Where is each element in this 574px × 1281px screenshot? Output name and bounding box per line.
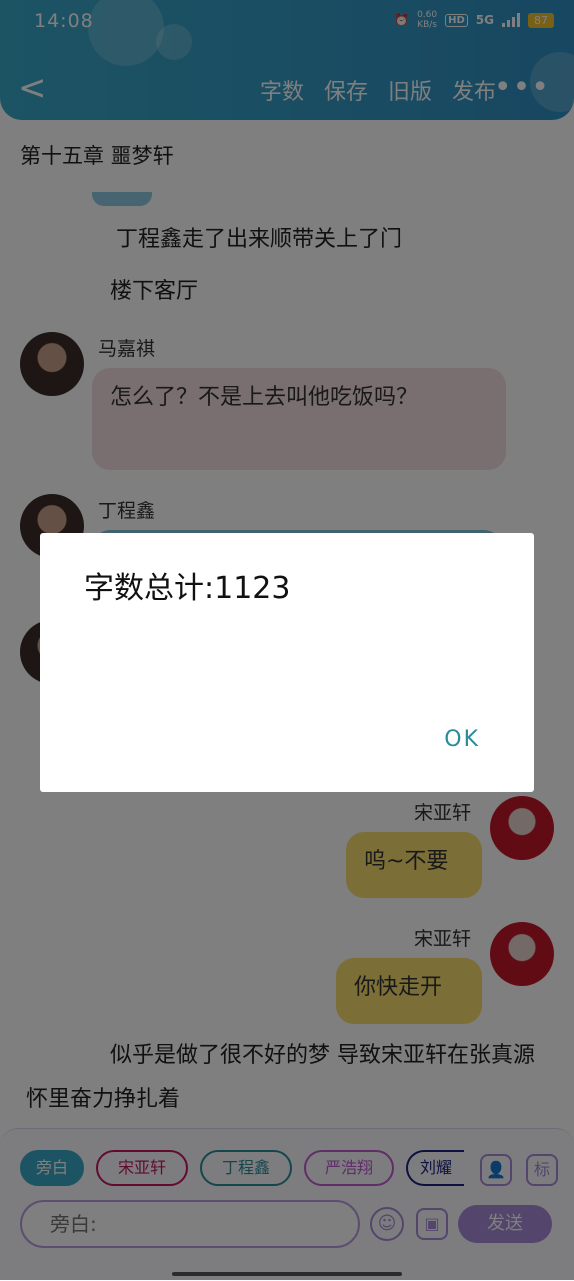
dialog-message: 字数总计:1123 [84,571,291,606]
ok-button[interactable]: OK [444,727,480,752]
word-count-dialog: 字数总计:1123 OK [40,533,534,792]
